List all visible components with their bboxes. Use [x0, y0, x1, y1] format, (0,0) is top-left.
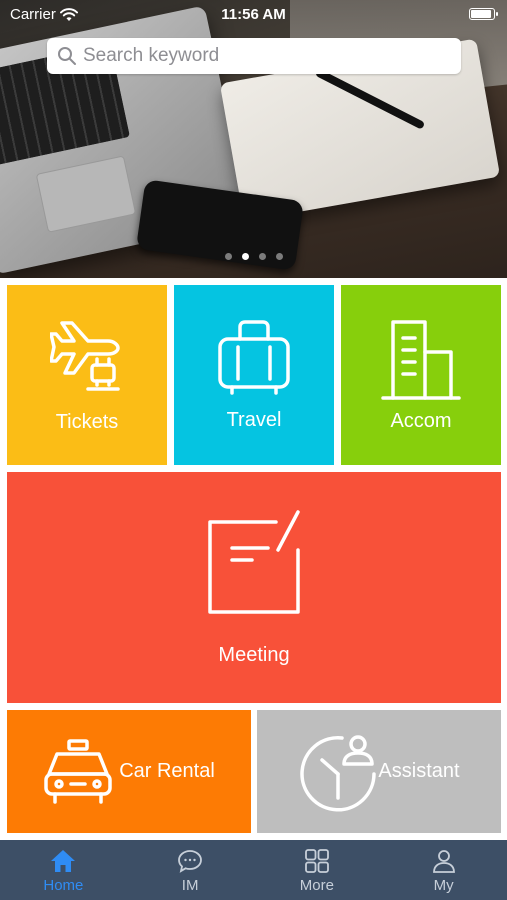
accom-label: Accom: [390, 409, 452, 432]
car-rental-label: Car Rental: [119, 760, 215, 782]
carousel-page-indicator[interactable]: [0, 253, 507, 260]
search-input[interactable]: [83, 45, 443, 67]
search-icon: [58, 47, 76, 65]
tab-home-label: Home: [43, 877, 84, 894]
tickets-tile[interactable]: Tickets: [7, 285, 167, 465]
tab-home[interactable]: Home: [0, 840, 127, 900]
status-time: 11:56 AM: [221, 6, 286, 23]
tickets-label: Tickets: [55, 410, 119, 433]
edit-note-icon: [208, 510, 300, 614]
travel-tile[interactable]: Travel: [174, 285, 334, 465]
search-bar[interactable]: [47, 38, 461, 74]
tab-more-label: More: [299, 877, 334, 894]
building-icon: [381, 319, 461, 400]
meeting-tile[interactable]: Meeting: [7, 472, 501, 703]
grid-icon: [304, 849, 329, 873]
assistant-tile[interactable]: Assistant: [257, 710, 501, 833]
tab-my[interactable]: My: [380, 840, 507, 900]
car-rental-tile[interactable]: Car Rental: [7, 710, 251, 833]
clock-person-icon: [300, 734, 377, 811]
tab-more[interactable]: More: [254, 840, 381, 900]
chat-icon: [178, 850, 203, 873]
tab-bar: Home IM More My: [0, 840, 507, 900]
tab-im[interactable]: IM: [127, 840, 254, 900]
accom-tile[interactable]: Accom: [341, 285, 501, 465]
carousel-dot[interactable]: [258, 253, 266, 260]
person-icon: [432, 850, 455, 873]
suitcase-icon: [218, 319, 290, 395]
meeting-label: Meeting: [218, 644, 290, 666]
tab-my-label: My: [433, 877, 454, 894]
status-bar: Carrier 11:56 AM: [0, 0, 507, 28]
carousel-dot[interactable]: [275, 253, 283, 260]
assistant-label: Assistant: [378, 760, 460, 782]
taxi-icon: [44, 738, 112, 804]
travel-label: Travel: [226, 408, 282, 431]
tab-im-label: IM: [181, 877, 199, 894]
battery-icon: [469, 8, 498, 20]
carousel-dot[interactable]: [224, 253, 232, 260]
plane-luggage-icon: [50, 320, 120, 391]
home-icon: [51, 850, 76, 872]
carousel-dot-active[interactable]: [241, 253, 249, 260]
